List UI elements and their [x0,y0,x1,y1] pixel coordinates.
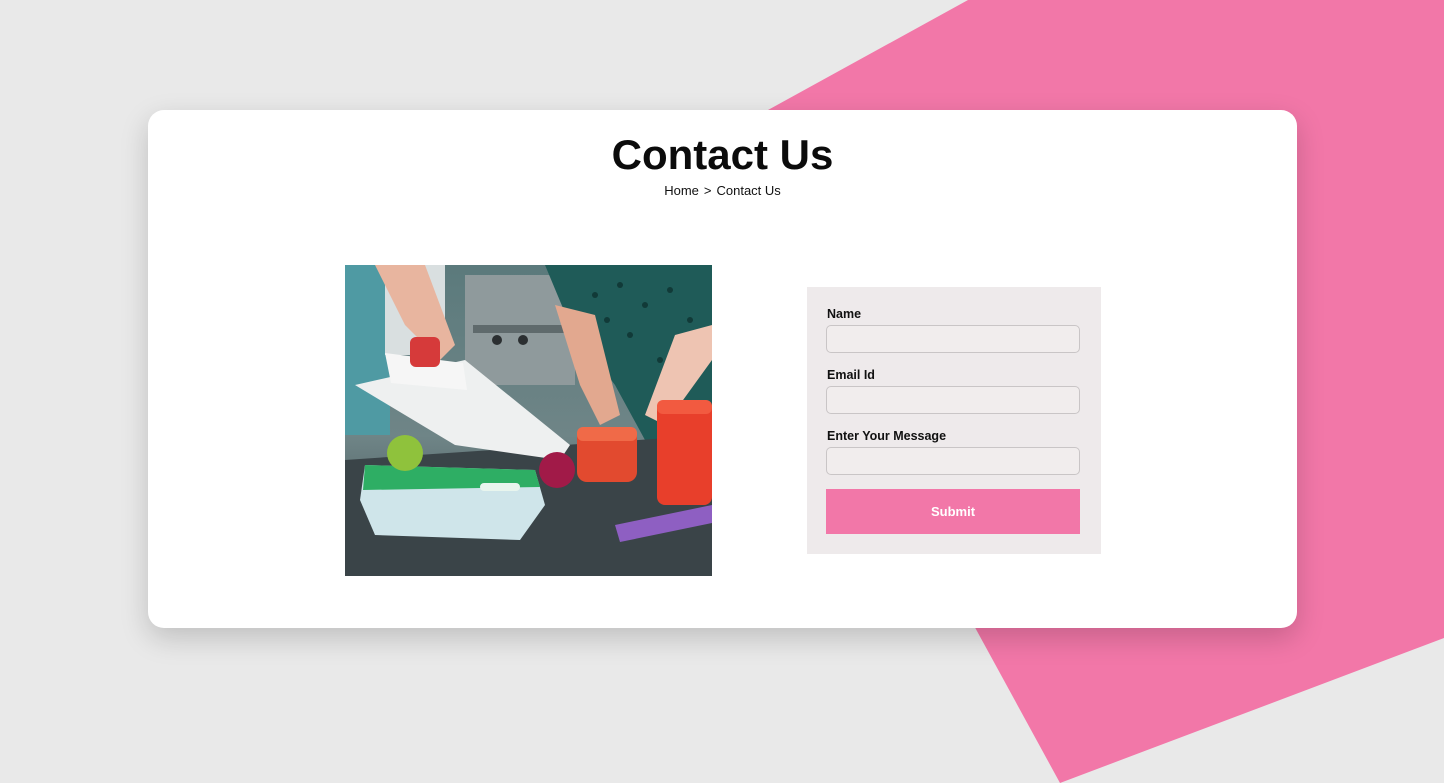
breadcrumb-current: Contact Us [716,183,781,198]
email-input[interactable] [826,386,1080,414]
name-label: Name [827,307,862,321]
submit-button[interactable]: Submit [826,489,1080,534]
page-title: Contact Us [611,131,834,178]
breadcrumb-home-link[interactable]: Home [664,183,699,199]
contact-card: Contact Us Home > Contact Us Name Email … [148,110,1297,628]
message-input[interactable] [826,447,1080,475]
name-input[interactable] [826,325,1080,353]
breadcrumb-separator: > [703,183,712,198]
message-label: Enter Your Message [827,429,947,443]
kitchen-photo [345,265,712,576]
page: Contact Us Home > Contact Us Name Email … [0,0,1444,783]
email-label: Email Id [827,368,875,382]
breadcrumb: Home > Contact Us [148,183,1297,199]
contact-form: Name Email Id Enter Your Message Submit [807,287,1101,554]
